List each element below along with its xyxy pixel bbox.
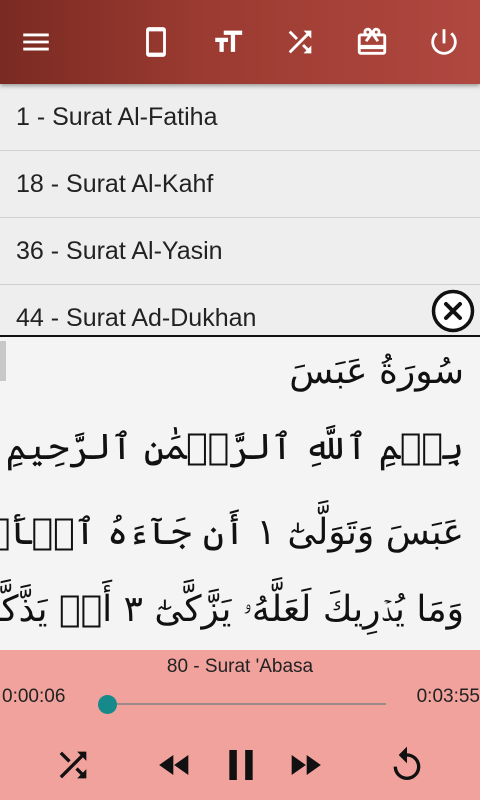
- power-button[interactable]: [424, 22, 464, 62]
- fast-forward-button[interactable]: [282, 742, 328, 788]
- list-item[interactable]: 18 - Surat Al-Kahf: [0, 151, 480, 218]
- gift-button[interactable]: [352, 22, 392, 62]
- pause-icon: [229, 750, 253, 780]
- repeat-icon: [393, 746, 421, 780]
- text-size-icon: [215, 30, 243, 52]
- seek-thumb[interactable]: [97, 695, 117, 714]
- phone-button[interactable]: [136, 22, 176, 62]
- verse-line: وَمَا يُدۡرِيكَ لَعَلَّهُۥ يَزَّكَّىٰٓ ٣…: [0, 589, 464, 630]
- basmala: بِسۡمِ ٱللَّهِ ٱلرَّحۡمَٰنِ ٱلرَّحِيمِ: [5, 427, 464, 468]
- close-icon: [431, 289, 475, 333]
- shuffle-icon: [288, 30, 312, 54]
- rewind-button[interactable]: [152, 742, 198, 788]
- total-time: 0:03:55: [416, 686, 480, 707]
- seek-track[interactable]: [100, 703, 386, 705]
- power-icon: [431, 29, 457, 55]
- rewind-icon: [159, 755, 189, 775]
- text-size-button[interactable]: [208, 22, 248, 62]
- menu-icon: [23, 33, 49, 51]
- menu-button[interactable]: [16, 22, 56, 62]
- close-reader-button[interactable]: [430, 288, 476, 334]
- reader-scrollbar[interactable]: [0, 341, 6, 381]
- pause-button[interactable]: [218, 742, 264, 788]
- phone-icon: [146, 27, 166, 57]
- now-playing-title: 80 - Surat 'Abasa: [166, 656, 314, 677]
- verse-line: عَبَسَ وَتَوَلَّىٰٓ ١ أَن جَآءَهُ ٱلۡأَع…: [0, 512, 464, 553]
- surah-title: سُورَةُ عَبَسَ: [289, 351, 464, 392]
- fast-forward-icon: [291, 755, 321, 775]
- gift-icon: [357, 27, 387, 55]
- current-time: 0:00:06: [2, 686, 66, 707]
- repeat-button[interactable]: [384, 742, 430, 788]
- quran-reader[interactable]: سُورَةُ عَبَسَ بِسۡمِ ٱللَّهِ ٱلرَّحۡمَٰ…: [0, 335, 480, 652]
- shuffle-icon: [59, 751, 87, 779]
- list-item[interactable]: 36 - Surat Al-Yasin: [0, 218, 480, 285]
- shuffle-button[interactable]: [50, 742, 96, 788]
- surah-list: 1 - Surat Al-Fatiha 18 - Surat Al-Kahf 3…: [0, 84, 480, 333]
- audio-player: 80 - Surat 'Abasa 0:00:06 0:03:55: [0, 650, 480, 800]
- app-toolbar: [0, 0, 480, 84]
- shuffle-button[interactable]: [280, 22, 320, 62]
- list-item[interactable]: 1 - Surat Al-Fatiha: [0, 84, 480, 151]
- list-item[interactable]: 44 - Surat Ad-Dukhan: [0, 285, 480, 333]
